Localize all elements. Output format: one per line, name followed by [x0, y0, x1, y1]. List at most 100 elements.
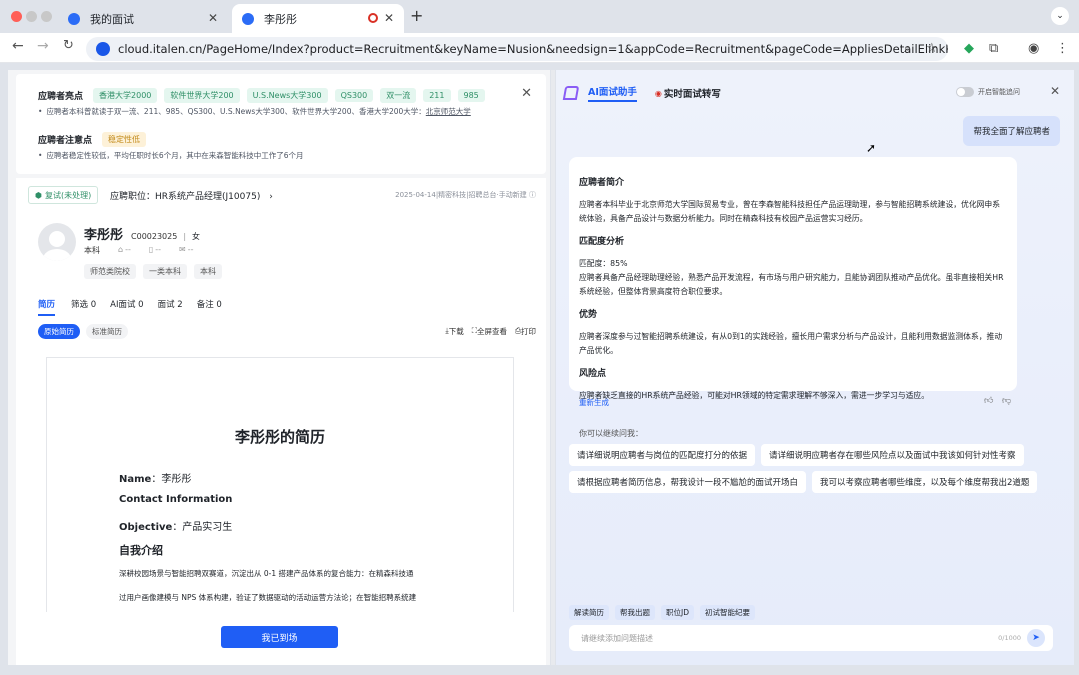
name-value: ：李彤彤	[151, 474, 192, 485]
resume-objective-line: Objective：产品实习生	[119, 518, 232, 533]
section-title: 应聘者简介	[579, 178, 625, 188]
send-icon[interactable]: ➤	[1027, 629, 1045, 647]
back-arrow-icon[interactable]: ←	[12, 38, 24, 54]
quick-action-questions[interactable]: 帮我出题	[615, 605, 655, 620]
extensions-puzzle-icon[interactable]: ⧉	[989, 41, 998, 56]
status-text: 复试(未处理)	[44, 190, 92, 200]
candidate-id: C00023025	[131, 232, 178, 241]
tab-ai-assistant[interactable]: AI面试助手	[588, 84, 637, 102]
resume-name-line: Name：李彤彤	[119, 470, 191, 485]
site-favicon-icon	[68, 12, 80, 25]
close-highlights-icon[interactable]: ✕	[521, 86, 532, 101]
quick-action-summary[interactable]: 初试智能纪要	[700, 605, 755, 620]
highlights-detail: 应聘者本科曾就读于双一流、211、985、QS300、U.S.News大学300…	[46, 107, 426, 116]
highlights-detail-link[interactable]: 北京师范大学	[426, 106, 471, 117]
highlight-tag: U.S.News大学300	[246, 88, 328, 103]
bookmark-star-icon[interactable]: ☆	[926, 41, 938, 56]
close-tab-icon[interactable]: ✕	[208, 11, 218, 25]
site-info-icon[interactable]	[96, 42, 110, 56]
suggestion-chip[interactable]: 请详细说明应聘者与岗位的匹配度打分的依据	[569, 444, 756, 466]
notes-title: 应聘者注意点	[38, 136, 93, 146]
section-title: 优势	[579, 310, 598, 320]
education: 本科	[84, 246, 100, 255]
candidate-name: 李彤彤	[84, 228, 124, 243]
tab-ai-interview[interactable]: AI面试 0	[110, 298, 143, 316]
question-input-box[interactable]: 请继续添加问题描述 0/1000 ➤	[569, 625, 1053, 651]
phone-icon: ▯	[148, 245, 154, 254]
ai-assistant-panel: AI面试助手 ◉ 实时面试转写 开启智能追问 ✕ 帮我全面了解应聘者 应聘者简介…	[556, 70, 1074, 665]
forward-arrow-icon[interactable]: →	[37, 38, 49, 54]
browser-toolbar: ← → ↻ cloud.italen.cn/PageHome/Index?pro…	[0, 33, 1079, 63]
question-input[interactable]: 请继续添加问题描述	[581, 633, 653, 644]
highlight-tag: QS300	[334, 89, 374, 102]
suggestions-list: 请详细说明应聘者与岗位的匹配度打分的依据 请详细说明应聘者存在哪些风险点以及面试中…	[569, 444, 1059, 493]
subtab-standard-resume[interactable]: 标准简历	[86, 324, 128, 339]
thumbs-up-icon[interactable]: 👍︎	[984, 396, 993, 406]
notes-tag: 稳定性低	[102, 132, 147, 147]
smart-followup-toggle[interactable]	[956, 87, 974, 97]
regenerate-button[interactable]: 重新生成	[579, 397, 609, 408]
profile-icon[interactable]: ◉	[1028, 41, 1039, 56]
tab-search-chevron-icon[interactable]: ⌄	[1051, 7, 1069, 25]
quick-action-interpret-resume[interactable]: 解读简历	[569, 605, 609, 620]
status-badge[interactable]: ⬢ 复试(未处理)	[28, 186, 99, 204]
new-tab-button[interactable]: +	[410, 6, 423, 25]
minimize-window-button[interactable]	[26, 11, 37, 22]
maximize-window-button[interactable]	[41, 11, 52, 22]
close-assistant-icon[interactable]: ✕	[1050, 84, 1060, 98]
candidate-badge: 本科	[194, 264, 222, 279]
ai-response-bubble: 应聘者简介 应聘者本科毕业于北京师范大学国际贸易专业，曾在李森智能科技担任产品运…	[569, 157, 1017, 400]
reload-icon[interactable]: ↻	[63, 38, 74, 53]
resume-intro-line: 过用户画像建模与 NPS 体系构建，验证了数据驱动的活动运营方法论；在智能招聘系…	[119, 593, 417, 602]
download-button[interactable]: 下载	[449, 326, 464, 337]
arrived-button[interactable]: 我已到场	[221, 626, 338, 648]
browser-tab-my-interviews[interactable]: 我的面试 ✕	[58, 4, 228, 33]
ai-logo-icon	[562, 86, 580, 100]
smart-followup-toggle-row: 开启智能追问	[956, 87, 1020, 97]
quick-action-job-jd[interactable]: 职位JD	[661, 605, 694, 620]
candidate-badges: 师范类院校 一类本科 本科	[84, 264, 229, 279]
resume-actions: ⤓ 下载 ⛶ 全屏查看 ⎙ 打印	[445, 326, 536, 337]
section-title: 风险点	[579, 369, 607, 379]
candidate-meta: 2025-04-14|精密科技|招聘总台·手动新建 ⓘ	[395, 190, 536, 200]
section-body: 应聘者深度参与过智能招聘系统建设，有从0到1的实践经验，擅长用户需求分析与产品设…	[579, 332, 1003, 355]
close-tab-icon[interactable]: ✕	[384, 11, 394, 25]
section-body: 应聘者缺乏直接的HR系统产品经验，可能对HR领域的特定需求理解不够深入，需进一步…	[579, 391, 930, 400]
suggestion-chip[interactable]: 请根据应聘者简历信息，帮我设计一段不尴尬的面试开场白	[569, 471, 807, 493]
address-bar[interactable]: cloud.italen.cn/PageHome/Index?product=R…	[86, 37, 948, 61]
work-years: --	[125, 245, 131, 254]
fullscreen-button[interactable]: 全屏查看	[477, 326, 507, 337]
thumbs-down-icon[interactable]: 👎︎	[1002, 396, 1011, 406]
tab-interview[interactable]: 面试 2	[158, 298, 183, 316]
quick-actions: 解读简历 帮我出题 职位JD 初试智能纪要	[569, 605, 755, 620]
browser-tabbar: 我的面试 ✕ 李彤彤 ✕ + ⌄	[0, 0, 1079, 33]
resume-heading: 李彤彤的简历	[234, 428, 325, 446]
highlight-tag: 软件世界大学200	[164, 88, 240, 103]
name-label: Name	[119, 474, 152, 485]
resume-contact-line: Contact Information	[119, 494, 233, 505]
tab-resume[interactable]: 简历	[38, 298, 56, 316]
suggestion-chip[interactable]: 我可以考察应聘者哪些维度，以及每个维度帮我出2道题	[812, 471, 1038, 493]
highlight-tag: 香港大学2000	[93, 88, 158, 103]
tab-realtime-transcript[interactable]: 实时面试转写	[664, 86, 721, 100]
close-window-button[interactable]	[11, 11, 22, 22]
avatar	[38, 223, 76, 261]
tab-notes[interactable]: 备注 0	[197, 298, 222, 316]
browser-menu-icon[interactable]: ⋮	[1056, 41, 1069, 56]
split-divider[interactable]	[551, 70, 555, 665]
subtab-original-resume[interactable]: 原始简历	[38, 324, 80, 339]
zoom-icon[interactable]: ⌕	[904, 41, 911, 56]
chevron-right-icon: ›	[269, 192, 273, 202]
position-link[interactable]: 应聘职位：HR系统产品经理(J10075) ›	[110, 189, 273, 202]
highlight-tag: 985	[457, 89, 485, 102]
position-label: 应聘职位：HR系统产品经理(J10075)	[110, 192, 261, 202]
meta-text: 2025-04-14|精密科技|招聘总台·手动新建	[395, 191, 527, 199]
tab-screening[interactable]: 筛选 0	[71, 298, 96, 316]
browser-tab-candidate[interactable]: 李彤彤 ✕	[232, 4, 404, 33]
extension-green-icon[interactable]: ◆	[964, 41, 974, 56]
status-shield-icon: ⬢	[35, 190, 42, 200]
site-favicon-icon	[242, 12, 254, 25]
candidate-info-row: 本科 ⌂ -- ▯ -- ✉ --	[84, 245, 194, 256]
print-button[interactable]: 打印	[521, 326, 536, 337]
suggestion-chip[interactable]: 请详细说明应聘者存在哪些风险点以及面试中我该如何针对性考察	[761, 444, 1024, 466]
